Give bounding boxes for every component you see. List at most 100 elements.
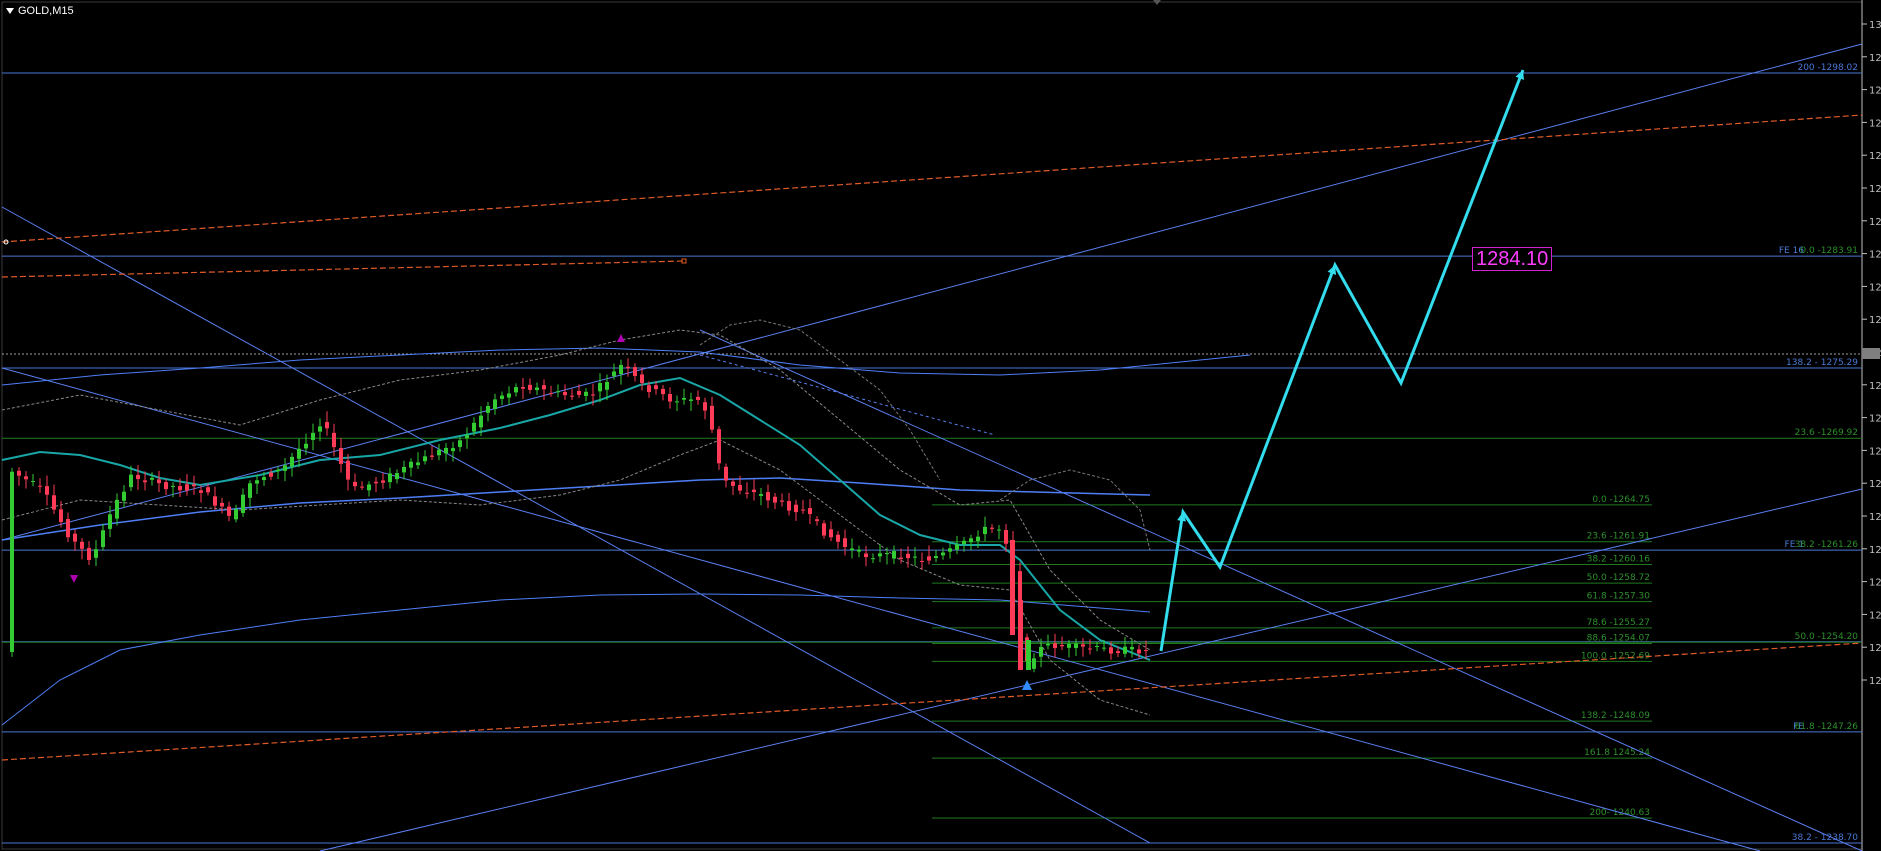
candle-bear bbox=[521, 387, 525, 389]
swing-high-arrow-icon bbox=[617, 334, 625, 342]
candle-bear bbox=[542, 385, 546, 390]
candle-bear bbox=[794, 504, 798, 513]
candle-bear bbox=[143, 480, 147, 483]
fib-retracement-label: 161.8 1245.24 bbox=[1584, 748, 1650, 758]
candle-bear bbox=[213, 496, 217, 506]
candle-bull bbox=[101, 530, 105, 548]
fe-level-label: 0.0 -1283.91 bbox=[1800, 246, 1858, 256]
candle-bear bbox=[773, 496, 777, 503]
candle-bull bbox=[297, 448, 301, 459]
candle-bull bbox=[948, 548, 952, 552]
candle-bull bbox=[388, 473, 392, 483]
candle-bull bbox=[486, 406, 490, 413]
candle-bear bbox=[815, 519, 819, 522]
fib-retracement-label: 78.6 -1255.27 bbox=[1587, 618, 1650, 628]
candle-bull bbox=[409, 461, 413, 468]
downtrend-channel-upper bbox=[1, 206, 1151, 844]
candle-bear bbox=[822, 523, 826, 536]
fe-level-label: 50.0 -1254.20 bbox=[1795, 632, 1859, 642]
orange-dashed-upper bbox=[1, 114, 1863, 243]
fib-retracement-label: 61.8 -1257.30 bbox=[1587, 592, 1651, 602]
candle-bear bbox=[528, 384, 532, 390]
candle-bear bbox=[724, 466, 728, 481]
candle-bull bbox=[955, 544, 959, 550]
candle-bear bbox=[178, 486, 182, 491]
price-chart[interactable]: 130 129 129 129 128 128 128 127 127 127 126 126 126 1… bbox=[0, 0, 1881, 851]
candle-bull bbox=[878, 553, 882, 557]
candle-bull bbox=[759, 494, 763, 496]
candle-bull bbox=[892, 551, 896, 559]
candle-bear bbox=[38, 485, 42, 487]
candle-bear bbox=[801, 509, 805, 511]
candle-bull bbox=[850, 548, 854, 551]
price-axis-label: 129 bbox=[1869, 86, 1881, 97]
candle-bull bbox=[31, 480, 35, 482]
candle-bear bbox=[549, 393, 553, 395]
current-price-marker bbox=[1862, 348, 1880, 359]
candle-bear bbox=[1053, 643, 1057, 649]
price-axis-label: 125 bbox=[1869, 479, 1881, 490]
bollinger-upper-3 bbox=[999, 469, 1151, 551]
price-axis-label: 129 bbox=[1869, 118, 1881, 129]
candle-bear bbox=[269, 472, 273, 477]
candle-bear bbox=[836, 534, 840, 542]
price-axis-label: 127 bbox=[1869, 315, 1881, 326]
candle-bear bbox=[766, 492, 770, 501]
candle-bear bbox=[563, 391, 567, 396]
candle-bull bbox=[94, 549, 98, 558]
candle-bear bbox=[577, 391, 581, 395]
candle-bear bbox=[227, 506, 231, 516]
target-price-label: 1284.10 bbox=[1472, 247, 1553, 271]
price-axis-label: 127 bbox=[1869, 282, 1881, 293]
candle-bull bbox=[416, 462, 420, 466]
candle-bull bbox=[276, 469, 280, 472]
candle-bull bbox=[1067, 643, 1071, 648]
candle-bull bbox=[129, 474, 133, 488]
candle-bear bbox=[381, 480, 385, 483]
candle-bull bbox=[171, 485, 175, 487]
candle-bear bbox=[591, 394, 595, 396]
candle-bull bbox=[507, 393, 511, 398]
candle-bear bbox=[654, 385, 658, 390]
candle-bear bbox=[185, 484, 189, 491]
price-axis-label: 129 bbox=[1869, 53, 1881, 64]
candle-bear bbox=[668, 393, 672, 402]
candle-bull bbox=[675, 401, 679, 403]
candle-bear bbox=[430, 455, 434, 457]
price-axis-label: 124 bbox=[1869, 610, 1881, 621]
candle-bull bbox=[689, 399, 693, 401]
candle-bull bbox=[1026, 640, 1031, 670]
candle-bull bbox=[444, 447, 448, 454]
candle-bear bbox=[731, 481, 735, 486]
candle-bear bbox=[346, 460, 350, 480]
price-axis-label: 128 bbox=[1869, 184, 1881, 195]
fib-retracement-label: 50.0 -1258.72 bbox=[1587, 573, 1650, 583]
candle-bull bbox=[1130, 646, 1134, 650]
candle-bull bbox=[311, 432, 315, 440]
price-axis-label: 128 bbox=[1869, 151, 1881, 162]
candle-bull bbox=[108, 514, 112, 529]
candle-bull bbox=[402, 467, 406, 473]
candle-bull bbox=[997, 529, 1001, 531]
candle-bull bbox=[682, 398, 686, 400]
price-axis-label: 125 bbox=[1869, 545, 1881, 556]
price-axis-label: 125 bbox=[1869, 512, 1881, 523]
candle-bear bbox=[829, 529, 833, 538]
candle-bear bbox=[899, 557, 903, 559]
candle-bear bbox=[164, 482, 168, 490]
candle-bull bbox=[437, 449, 441, 456]
price-axis-label: 127 bbox=[1869, 250, 1881, 261]
orange-dashed-lower bbox=[1, 642, 1863, 761]
candle-bull bbox=[1039, 646, 1043, 657]
candle-bear bbox=[752, 489, 756, 493]
candle-bull bbox=[934, 556, 938, 559]
candle-bear bbox=[1018, 600, 1023, 670]
candle-bull bbox=[10, 471, 14, 652]
candle-bull bbox=[983, 526, 987, 535]
candle-bull bbox=[556, 391, 560, 393]
candle-bear bbox=[66, 519, 70, 538]
candle-bear bbox=[206, 487, 210, 493]
candle-bull bbox=[465, 435, 469, 439]
candle-bull bbox=[514, 387, 518, 393]
candle-bear bbox=[1060, 645, 1064, 647]
